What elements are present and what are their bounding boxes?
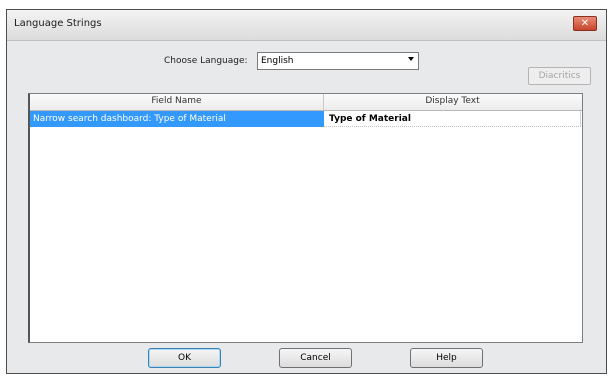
column-header-display-text[interactable]: Display Text <box>324 94 581 110</box>
close-button[interactable]: ✕ <box>573 16 597 31</box>
display-text-cell[interactable]: Type of Material <box>324 111 581 127</box>
column-header-field-name[interactable]: Field Name <box>30 94 324 110</box>
title-bar: Language Strings ✕ <box>7 10 606 41</box>
language-dropdown-value: English <box>261 56 294 66</box>
page: Language Strings ✕ Choose Language: Engl… <box>0 0 610 377</box>
language-strings-table: Field Name Display Text Narrow search da… <box>28 93 583 343</box>
dialog-title: Language Strings <box>14 18 102 29</box>
field-name-cell[interactable]: Narrow search dashboard: Type of Materia… <box>30 111 324 127</box>
diacritics-button[interactable]: Diacritics <box>528 67 591 85</box>
table-header: Field Name Display Text <box>30 94 582 111</box>
chevron-down-icon <box>408 57 414 61</box>
table-row[interactable]: Narrow search dashboard: Type of Materia… <box>30 111 582 127</box>
close-icon: ✕ <box>580 18 590 29</box>
help-button[interactable]: Help <box>410 348 483 368</box>
choose-language-label: Choose Language: <box>164 56 248 66</box>
language-strings-dialog: Language Strings ✕ Choose Language: Engl… <box>6 9 607 374</box>
language-dropdown[interactable]: English <box>257 52 419 70</box>
ok-button[interactable]: OK <box>148 348 221 368</box>
cancel-button[interactable]: Cancel <box>279 348 352 368</box>
